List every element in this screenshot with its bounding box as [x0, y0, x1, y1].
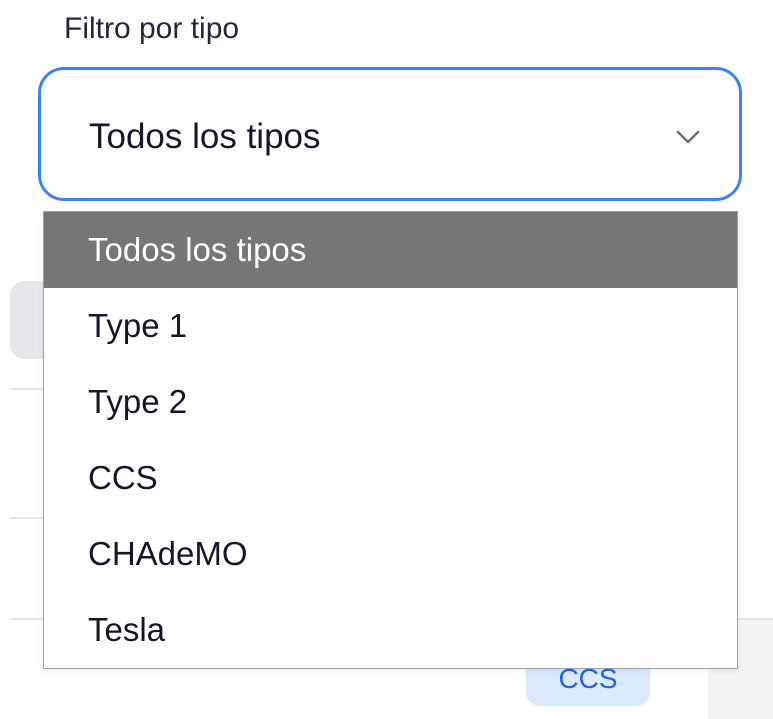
background-divider — [10, 618, 44, 620]
type-options-list: Todos los tipos Type 1 Type 2 CCS CHAdeM… — [43, 211, 738, 669]
background-divider — [10, 388, 44, 390]
background-divider — [10, 517, 44, 519]
option-type-2[interactable]: Type 2 — [44, 364, 737, 440]
option-type-1[interactable]: Type 1 — [44, 288, 737, 364]
option-chademo[interactable]: CHAdeMO — [44, 516, 737, 592]
option-tesla[interactable]: Tesla — [44, 592, 737, 668]
chevron-down-icon — [673, 122, 703, 152]
filter-label: Filtro por tipo — [64, 12, 240, 45]
type-filter-select[interactable]: Todos los tipos — [38, 67, 742, 201]
option-ccs[interactable]: CCS — [44, 440, 737, 516]
select-current-value: Todos los tipos — [89, 117, 321, 156]
option-todos-los-tipos[interactable]: Todos los tipos — [44, 212, 737, 288]
